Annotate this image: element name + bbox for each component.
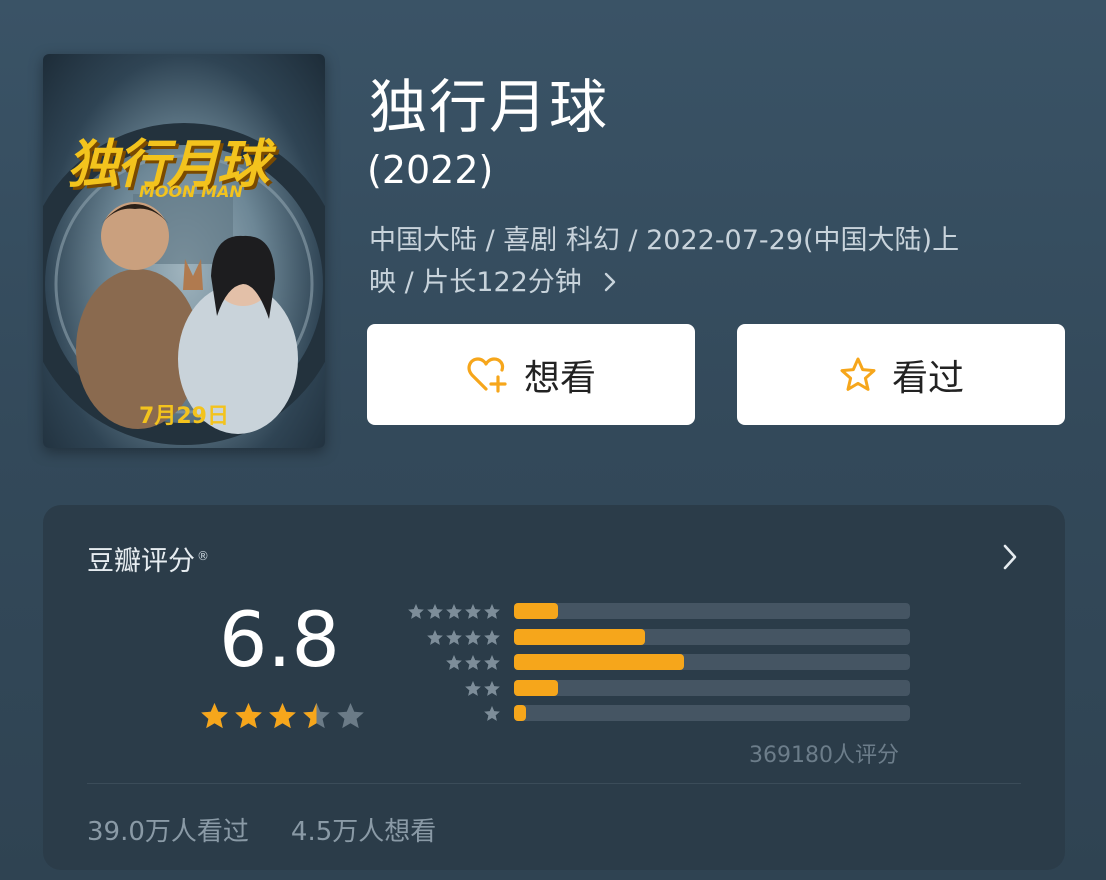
divider <box>87 783 1021 784</box>
small-star-icon <box>484 629 500 645</box>
rating-count: 369180人评分 <box>749 743 899 768</box>
small-star-icon <box>465 655 481 670</box>
distribution-row-1 <box>401 705 910 721</box>
small-star-icon <box>484 706 500 721</box>
small-star-icon <box>427 629 443 645</box>
distribution-bar <box>514 628 645 645</box>
movie-poster[interactable]: 独行月球 MOON MAN 7月29日 <box>43 54 325 448</box>
rating-star-icon <box>269 702 296 729</box>
small-star-icon <box>427 604 443 619</box>
distribution-track <box>514 705 910 721</box>
distribution-stars <box>464 680 501 698</box>
poster-art <box>43 123 325 445</box>
movie-title: 独行月球 <box>369 73 610 141</box>
rating-panel[interactable]: 豆瓣评分 ® 6.8 369180人评分 39.0万人看过 4.5万人想看 <box>43 505 1065 870</box>
distribution-bar <box>514 679 558 696</box>
want-to-watch-button[interactable]: 想看 <box>367 324 695 425</box>
distribution-row-3 <box>401 654 910 670</box>
distribution-stars <box>407 603 501 621</box>
small-star-icon <box>446 629 462 645</box>
small-star-icon <box>465 604 481 619</box>
small-star-icon <box>446 655 462 670</box>
movie-meta[interactable]: 中国大陆 / 喜剧 科幻 / 2022-07-29(中国大陆)上 映 / 片长1… <box>369 220 1069 304</box>
rating-label: 豆瓣评分 ® <box>87 539 209 578</box>
distribution-bar <box>514 705 526 721</box>
small-star-icon <box>446 604 462 619</box>
star-outline-icon <box>840 357 876 391</box>
distribution-bar <box>514 654 685 670</box>
score-stars <box>199 701 366 732</box>
small-star-icon <box>484 655 500 670</box>
want-label: 想看 <box>523 357 596 399</box>
rating-label-mark: ® <box>197 549 209 563</box>
heart-plus-icon <box>467 356 507 393</box>
small-star-icon <box>484 604 500 619</box>
distribution-stars <box>483 705 501 723</box>
rating-score: 6.8 <box>219 595 340 684</box>
poster-title-en: MOON MAN <box>139 182 243 201</box>
poster-date: 7月29日 <box>139 404 229 429</box>
watched-button[interactable]: 看过 <box>737 324 1065 425</box>
meta-line-1: 中国大陆 / 喜剧 科幻 / 2022-07-29(中国大陆)上 <box>369 225 960 256</box>
distribution-row-5 <box>401 603 910 619</box>
small-star-icon <box>408 604 424 619</box>
small-star-icon <box>484 680 500 696</box>
seen-label: 看过 <box>891 357 964 399</box>
rating-star-icon <box>235 702 262 729</box>
distribution-stars <box>426 629 501 647</box>
want-count: 4.5万人想看 <box>290 817 437 847</box>
watch-stats: 39.0万人看过 4.5万人想看 <box>87 811 478 848</box>
meta-line-2-text: 映 / 片长122分钟 <box>369 267 582 298</box>
rating-star-icon <box>337 702 364 729</box>
rating-star-icon <box>303 702 330 729</box>
seen-count: 39.0万人看过 <box>87 817 249 847</box>
distribution-row-4 <box>401 628 910 647</box>
rating-label-text: 豆瓣评分 <box>87 546 195 577</box>
distribution-track <box>514 654 910 670</box>
rating-star-icon <box>201 702 228 729</box>
distribution-track <box>514 628 910 645</box>
chevron-right-icon[interactable] <box>1001 543 1019 571</box>
distribution-track <box>514 603 910 619</box>
movie-year: (2022) <box>367 148 494 192</box>
distribution-row-2 <box>401 679 910 698</box>
small-star-icon <box>465 629 481 645</box>
distribution-bar <box>514 603 558 619</box>
chevron-right-icon <box>605 272 616 292</box>
distribution-track <box>514 679 910 696</box>
distribution-stars <box>445 654 501 672</box>
meta-line-2: 映 / 片长122分钟 <box>369 262 1069 304</box>
small-star-icon <box>465 680 481 696</box>
